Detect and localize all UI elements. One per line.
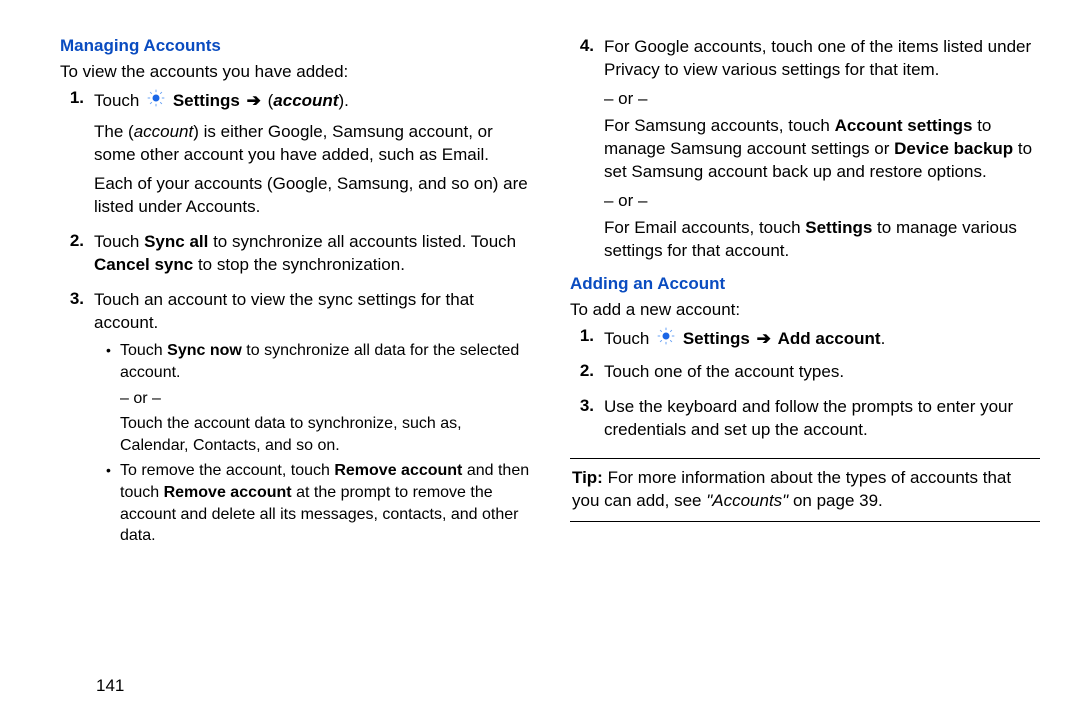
text: .	[881, 329, 886, 348]
sync-now-label: Sync now	[167, 342, 242, 359]
tip-label: Tip:	[572, 468, 603, 487]
heading-managing-accounts: Managing Accounts	[60, 36, 530, 56]
step-1-desc-a: The (account) is either Google, Samsung …	[94, 121, 530, 167]
or-separator: – or –	[120, 388, 530, 410]
device-backup-label: Device backup	[894, 139, 1013, 158]
bullet-remove-account: • To remove the account, touch Remove ac…	[106, 460, 530, 546]
step-3: 3. Touch an account to view the sync set…	[60, 289, 530, 551]
step-1-desc-b: Each of your accounts (Google, Samsung, …	[94, 173, 530, 219]
step-body: Touch Settings ➔ Add account.	[604, 326, 1040, 355]
add-step-3-text: Use the keyboard and follow the prompts …	[604, 396, 1040, 442]
arrow-icon: ➔	[247, 91, 261, 110]
settings-icon	[656, 326, 676, 353]
left-column: Managing Accounts To view the accounts y…	[60, 36, 530, 700]
text: The (	[94, 122, 134, 141]
bullet-alt-text: Touch the account data to synchronize, s…	[120, 413, 530, 456]
text: Touch	[604, 329, 654, 348]
settings-icon	[146, 88, 166, 115]
step-number: 3.	[60, 289, 94, 309]
remove-account-label: Remove account	[334, 462, 462, 479]
text: to synchronize all accounts listed. Touc…	[208, 232, 516, 251]
bullet-dot: •	[106, 460, 120, 481]
step-1: 1. Touch Settings ➔ (account).	[60, 88, 530, 225]
managing-steps-list: 1. Touch Settings ➔ (account).	[60, 88, 530, 551]
step-2: 2. Touch Sync all to synchronize all acc…	[60, 231, 530, 283]
heading-adding-account: Adding an Account	[570, 274, 1040, 294]
text: Touch	[94, 91, 144, 110]
step-1-line: Touch Settings ➔ (account).	[94, 88, 530, 115]
add-account-label: Add account	[778, 329, 881, 348]
cancel-sync-label: Cancel sync	[94, 255, 193, 274]
add-step-1-text: Touch Settings ➔ Add account.	[604, 326, 1040, 353]
step-3-text: Touch an account to view the sync settin…	[94, 289, 530, 335]
remove-account-label: Remove account	[164, 484, 292, 501]
step-4-samsung: For Samsung accounts, touch Account sett…	[604, 115, 1040, 184]
bullet-body: Touch Sync now to synchronize all data f…	[120, 340, 530, 456]
tip-box: Tip: For more information about the type…	[570, 458, 1040, 522]
tip-text-b: on page 39.	[788, 491, 883, 510]
arrow-icon: ➔	[757, 329, 771, 348]
step-4-google: For Google accounts, touch one of the it…	[604, 36, 1040, 82]
text: To remove the account, touch	[120, 462, 334, 479]
add-step-2: 2. Touch one of the account types.	[570, 361, 1040, 390]
step-3-bullets: • Touch Sync now to synchronize all data…	[94, 340, 530, 546]
bullet-sync-now: • Touch Sync now to synchronize all data…	[106, 340, 530, 456]
text: For Samsung accounts, touch	[604, 116, 835, 135]
text: to stop the synchronization.	[193, 255, 405, 274]
intro-adding: To add a new account:	[570, 300, 1040, 320]
add-step-3: 3. Use the keyboard and follow the promp…	[570, 396, 1040, 448]
bullet-dot: •	[106, 340, 120, 361]
sync-all-label: Sync all	[144, 232, 208, 251]
account-settings-label: Account settings	[835, 116, 973, 135]
step-number: 3.	[570, 396, 604, 416]
settings-label: Settings	[173, 91, 240, 110]
or-separator: – or –	[604, 190, 1040, 213]
intro-managing: To view the accounts you have added:	[60, 62, 530, 82]
text: Touch	[94, 232, 144, 251]
account-italic: account	[134, 122, 194, 141]
settings-label: Settings	[805, 218, 872, 237]
accounts-ref: "Accounts"	[706, 491, 788, 510]
settings-label: Settings	[683, 329, 750, 348]
text: ).	[338, 91, 348, 110]
account-italic: account	[273, 91, 338, 110]
step-number: 2.	[60, 231, 94, 251]
text: Touch	[120, 342, 167, 359]
add-step-1: 1. Touch Settings ➔ Add account.	[570, 326, 1040, 355]
managing-steps-continued: 4. For Google accounts, touch one of the…	[570, 36, 1040, 268]
step-4-email: For Email accounts, touch Settings to ma…	[604, 217, 1040, 263]
step-2-text: Touch Sync all to synchronize all accoun…	[94, 231, 530, 277]
step-body: For Google accounts, touch one of the it…	[604, 36, 1040, 268]
or-separator: – or –	[604, 88, 1040, 111]
step-4: 4. For Google accounts, touch one of the…	[570, 36, 1040, 268]
page-number: 141	[96, 676, 124, 696]
step-body: Touch an account to view the sync settin…	[94, 289, 530, 551]
step-number: 1.	[60, 88, 94, 108]
manual-page: Managing Accounts To view the accounts y…	[0, 0, 1080, 720]
adding-steps-list: 1. Touch Settings ➔ Add account.	[570, 326, 1040, 448]
step-number: 1.	[570, 326, 604, 346]
text: For Email accounts, touch	[604, 218, 805, 237]
step-number: 2.	[570, 361, 604, 381]
bullet-body: To remove the account, touch Remove acco…	[120, 460, 530, 546]
step-body: Touch Sync all to synchronize all accoun…	[94, 231, 530, 283]
step-number: 4.	[570, 36, 604, 56]
add-step-2-text: Touch one of the account types.	[604, 361, 1040, 384]
step-body: Touch Settings ➔ (account). The (accoun	[94, 88, 530, 225]
right-column: 4. For Google accounts, touch one of the…	[570, 36, 1040, 700]
